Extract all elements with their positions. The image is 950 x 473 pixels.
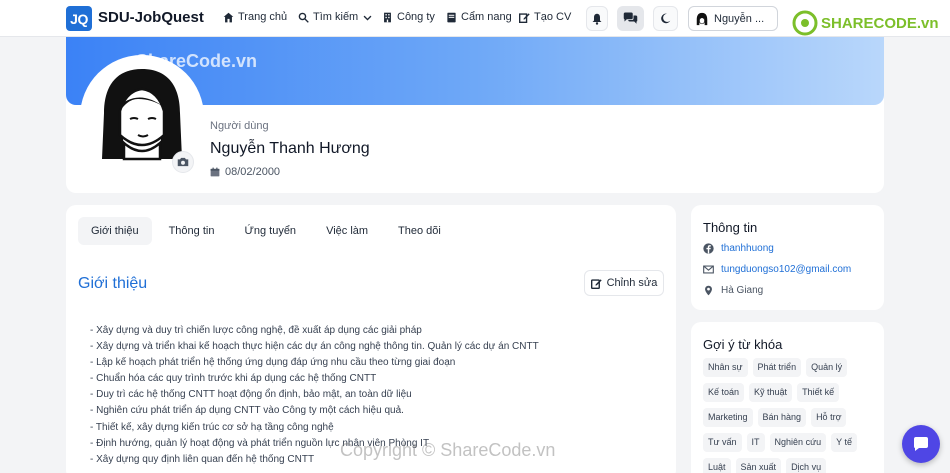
- intro-title: Giới thiệu: [78, 275, 148, 292]
- keyword-tag[interactable]: Tư vấn: [703, 433, 742, 452]
- nav-search[interactable]: Tìm kiếm: [298, 11, 373, 23]
- nav-home-label: Trang chủ: [238, 11, 288, 23]
- top-header: JQ SDU-JobQuest Trang chủ Tìm kiếm Công …: [0, 0, 950, 37]
- logo-text: JQ: [70, 10, 88, 27]
- notification-button[interactable]: [586, 6, 608, 31]
- keyword-tag[interactable]: Hỗ trợ: [811, 408, 847, 427]
- bell-icon: [592, 13, 602, 25]
- nav-handbook-label: Cẩm nang: [461, 11, 512, 23]
- facebook-row[interactable]: thanhhuong: [703, 243, 774, 254]
- nav-home[interactable]: Trang chủ: [223, 11, 287, 23]
- edit-icon: [519, 12, 530, 23]
- avatar-small-icon: [696, 12, 708, 25]
- keyword-tag[interactable]: Bán hàng: [757, 408, 807, 427]
- nav-create-cv[interactable]: Tạo CV: [519, 11, 571, 23]
- main-content-card: Giới thiệu Thông tin Ứng tuyển Việc làm …: [66, 205, 676, 473]
- tab-applications[interactable]: Ứng tuyển: [231, 217, 309, 245]
- keywords-title: Gợi ý từ khóa: [703, 337, 783, 352]
- email-link[interactable]: tungduongso102@gmail.com: [721, 264, 851, 275]
- keyword-tag[interactable]: Thiết kế: [797, 383, 840, 402]
- nav-search-label: Tìm kiếm: [313, 11, 359, 23]
- date-of-birth: 08/02/2000: [210, 166, 280, 178]
- edit-intro-label: Chỉnh sửa: [606, 277, 658, 289]
- location-value: Hà Giang: [721, 285, 764, 296]
- list-item: - Xây dựng và triển khai kế hoạch thực h…: [90, 341, 539, 353]
- facebook-icon: [703, 243, 714, 254]
- list-item: - Xây dựng và duy trì chiến lược công ng…: [90, 325, 422, 336]
- chevron-down-icon: [363, 15, 372, 21]
- chat-icon: [623, 12, 638, 24]
- sharecode-logo-icon: [792, 10, 818, 36]
- info-title: Thông tin: [703, 220, 758, 235]
- keyword-tag[interactable]: Quản lý: [806, 358, 848, 377]
- facebook-link[interactable]: thanhhuong: [721, 243, 774, 254]
- nav-company[interactable]: Công ty: [382, 11, 435, 23]
- user-menu-select[interactable]: Nguyễn ...: [688, 6, 778, 31]
- keyword-tag[interactable]: Nghiên cứu: [769, 433, 827, 452]
- book-icon: [447, 12, 456, 22]
- profile-card: ShareCode.vn Người dùng Nguyễn Thanh Hươ…: [66, 37, 884, 193]
- tab-jobs[interactable]: Việc làm: [313, 217, 381, 245]
- location-pin-icon: [705, 285, 712, 296]
- list-item: - Lập kế hoạch phát triển hệ thống ứng d…: [90, 357, 456, 369]
- nav-company-label: Công ty: [397, 11, 435, 23]
- keyword-tag[interactable]: Sản xuất: [735, 458, 782, 473]
- user-role: Người dùng: [210, 120, 269, 132]
- keyword-tag[interactable]: Kế toán: [703, 383, 745, 402]
- calendar-icon: [210, 167, 220, 177]
- site-logo[interactable]: JQ: [66, 6, 92, 31]
- brand-name[interactable]: SDU-JobQuest: [98, 9, 204, 26]
- dark-mode-toggle[interactable]: [653, 6, 678, 31]
- home-icon: [223, 12, 234, 22]
- nav-handbook[interactable]: Cẩm nang: [446, 11, 512, 23]
- email-row[interactable]: tungduongso102@gmail.com: [703, 264, 851, 275]
- user-fullname: Nguyễn Thanh Hương: [210, 140, 370, 157]
- list-item: - Chuẩn hóa các quy trình trước khi áp d…: [90, 373, 377, 385]
- user-name-label: Nguyễn ...: [714, 12, 765, 25]
- chat-widget-button[interactable]: [902, 425, 940, 463]
- keyword-tag[interactable]: Phát triển: [752, 358, 802, 377]
- contact-info-card: Thông tin thanhhuong tungduongso102@gmai…: [691, 205, 884, 310]
- keyword-suggestions-card: Gợi ý từ khóa Nhân sự Phát triển Quản lý…: [691, 322, 884, 473]
- profile-tabs: Giới thiệu Thông tin Ứng tuyển Việc làm …: [78, 217, 454, 245]
- list-item: - Thiết kế, xây dựng kiến trúc cơ sở hạ …: [90, 421, 334, 433]
- building-icon: [384, 12, 391, 22]
- search-icon: [298, 12, 309, 23]
- keyword-tag[interactable]: Nhân sự: [703, 358, 748, 377]
- nav-create-cv-label: Tạo CV: [534, 11, 572, 23]
- edit-intro-button[interactable]: Chỉnh sửa: [584, 270, 664, 296]
- list-item: - Nghiên cứu phát triển áp dụng CNTT vào…: [90, 405, 404, 417]
- location-row: Hà Giang: [703, 285, 763, 296]
- keyword-tag[interactable]: IT: [746, 433, 765, 452]
- keyword-tag[interactable]: Kỹ thuật: [749, 383, 793, 402]
- list-item: - Duy trì các hệ thống CNTT hoạt động ổn…: [90, 389, 412, 401]
- keyword-tag[interactable]: Marketing: [703, 408, 753, 427]
- keyword-tag[interactable]: Dịch vụ: [786, 458, 827, 473]
- messages-button[interactable]: [617, 6, 644, 31]
- tab-intro[interactable]: Giới thiệu: [78, 217, 152, 245]
- tab-info[interactable]: Thông tin: [156, 217, 228, 245]
- tab-following[interactable]: Theo dõi: [385, 217, 454, 245]
- copyright-watermark: Copyright © ShareCode.vn: [340, 440, 556, 460]
- keyword-list: Nhân sự Phát triển Quản lý Kế toán Kỹ th…: [703, 358, 878, 473]
- keyword-tag[interactable]: Luật: [703, 458, 731, 473]
- chat-bubble-icon: [914, 437, 928, 451]
- moon-icon: [661, 13, 671, 24]
- sharecode-logo: SHARECODE.vn: [792, 10, 939, 36]
- keyword-tag[interactable]: Y tế: [831, 433, 857, 452]
- change-avatar-button[interactable]: [172, 151, 194, 173]
- camera-icon: [177, 157, 189, 167]
- sharecode-logo-text: SHARECODE.vn: [821, 14, 939, 32]
- email-icon: [703, 265, 714, 274]
- date-of-birth-value: 08/02/2000: [225, 166, 281, 178]
- edit-icon: [590, 278, 602, 289]
